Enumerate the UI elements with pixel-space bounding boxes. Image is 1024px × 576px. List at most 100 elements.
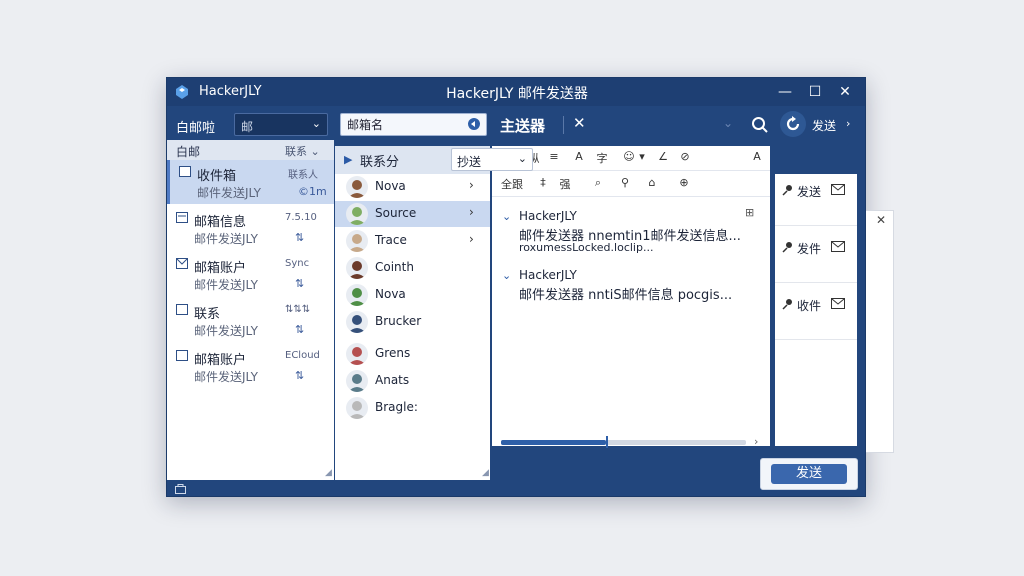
status-icon[interactable] — [175, 484, 186, 494]
folder-item[interactable]: 联系 邮件发送JLY ⇅⇅⇅ ⇅ — [167, 298, 334, 342]
find-icon[interactable]: ⌕ — [591, 176, 605, 193]
link-icon[interactable]: ⚲ — [618, 176, 632, 193]
mail-icon[interactable] — [831, 184, 845, 195]
mail-icon[interactable] — [831, 241, 845, 252]
recipient-row[interactable]: 发件 — [775, 231, 857, 283]
chevron-right-icon[interactable]: › — [469, 205, 474, 219]
minimize-button[interactable]: — — [771, 81, 799, 103]
collapse-chevron-icon[interactable]: ⌄ — [723, 116, 733, 130]
folder-sub: 邮件发送JLY — [197, 186, 261, 200]
toolbar-divider — [563, 116, 564, 134]
folder-meta: Sync — [285, 258, 310, 269]
list-icon[interactable]: ≡ — [547, 150, 561, 167]
thread-subject: 邮件发送器 nntiS邮件信息 pocgis... — [519, 288, 733, 303]
pin-icon — [782, 299, 792, 310]
recipient-label: 收件 — [797, 299, 822, 313]
contact-name: Grens — [375, 346, 411, 360]
recipient-row[interactable]: 发送 — [775, 174, 857, 226]
font-button[interactable]: 字 — [595, 150, 609, 167]
font-color-icon[interactable]: A — [572, 150, 586, 167]
search-input[interactable] — [341, 114, 461, 135]
recipient-row[interactable]: 收件 — [775, 288, 857, 340]
contact-item[interactable]: Source › — [335, 201, 490, 227]
thread-sender: HackerJLY — [519, 268, 577, 282]
contact-item[interactable]: Brucker — [335, 309, 490, 335]
thread-toggle-icon[interactable]: ⌄ — [502, 210, 511, 223]
folder-header-left: 白邮 — [176, 145, 201, 159]
resize-handle-icon[interactable]: ◢ — [325, 468, 332, 478]
folder-item[interactable]: 邮箱账户 邮件发送JLY ECloud ⇅ — [167, 344, 334, 388]
app-logo-icon — [176, 85, 188, 99]
folder-name: 联系 — [194, 307, 221, 322]
folder-meta: ECloud — [285, 350, 320, 361]
side-card: ✕ — [866, 210, 894, 453]
refresh-button[interactable] — [780, 111, 806, 137]
search-go-icon[interactable] — [467, 117, 481, 131]
compose-panel: ≡ 纵 ≡ A 字 ☺ ▾ ∠ ⊘ A 全跟 ‡ 强 ⌕ ⚲ ⌂ ⊕ ⌄ Hac… — [492, 146, 770, 448]
folder-sort-icon[interactable]: ⇅ — [295, 369, 304, 382]
chevron-right-icon[interactable]: › — [754, 435, 758, 448]
chevron-right-icon[interactable]: › — [846, 117, 850, 130]
resize-handle-icon[interactable]: ◢ — [482, 468, 489, 478]
contact-item[interactable]: Bragle: — [335, 395, 490, 421]
checkbox-icon[interactable] — [179, 166, 191, 177]
contact-name: Source — [375, 206, 417, 220]
folder-panel-header: 白邮 联系 ⌄ — [167, 140, 334, 160]
search-icon[interactable] — [751, 116, 769, 134]
maximize-button[interactable]: ☐ — [801, 81, 829, 103]
folder-select[interactable]: 邮 ⌄ — [234, 113, 328, 136]
folder-select-value: 邮 — [241, 120, 254, 134]
side-card-close-button[interactable]: ✕ — [876, 213, 886, 227]
close-button[interactable]: ✕ — [831, 81, 859, 103]
avatar — [346, 284, 368, 306]
emoji-icon[interactable]: ☺ — [622, 150, 636, 167]
folder-sub: 邮件发送JLY — [194, 370, 258, 384]
title-bar[interactable]: HackerJLY HackerJLY 邮件发送器 — ☐ ✕ — [167, 78, 865, 106]
folder-sort-icon[interactable]: ⇅ — [295, 277, 304, 290]
select-all-button[interactable]: 全跟 — [498, 176, 526, 193]
avatar — [346, 343, 368, 365]
thread-toggle-icon[interactable]: ⌄ — [502, 269, 511, 282]
text-style-icon[interactable]: A — [750, 150, 764, 167]
chevron-right-icon[interactable]: › — [469, 178, 474, 192]
mail-sender-window: HackerJLY HackerJLY 邮件发送器 — ☐ ✕ 白邮啦 邮 ⌄ … — [166, 77, 866, 497]
checkbox-icon[interactable] — [176, 350, 188, 361]
contact-item[interactable]: Cointh — [335, 255, 490, 281]
compose-close-button[interactable]: ✕ — [573, 114, 586, 132]
angle-icon[interactable]: ∠ — [656, 150, 670, 167]
globe-icon[interactable]: ⊕ — [677, 176, 691, 193]
send-progress-knob[interactable] — [606, 436, 608, 448]
window-title: HackerJLY 邮件发送器 — [446, 86, 588, 102]
folder-sort-icon[interactable]: ⇅ — [295, 231, 304, 244]
clear-format-icon[interactable]: ⊘ — [678, 150, 692, 167]
contact-item[interactable]: Trace › — [335, 228, 490, 254]
recipient-label: 发送 — [797, 185, 822, 199]
contact-item[interactable]: Grens — [335, 341, 490, 367]
home-icon[interactable]: ⌂ — [645, 176, 659, 193]
folder-item[interactable]: 邮箱账户 邮件发送JLY Sync ⇅ — [167, 252, 334, 296]
mail-icon[interactable] — [831, 298, 845, 309]
contact-item[interactable]: Nova — [335, 282, 490, 308]
format-toolbar-2: 全跟 ‡ 强 ⌕ ⚲ ⌂ ⊕ — [492, 172, 770, 197]
folder-panel: 白邮 联系 ⌄ 收件箱 邮件发送JLY 联系人 ©1m 邮箱信息 邮件发送JLY… — [167, 140, 334, 480]
folder-item[interactable]: 邮箱信息 邮件发送JLY 7.5.10 ⇅ — [167, 206, 334, 250]
checkbox-icon[interactable] — [176, 304, 188, 315]
cc-select[interactable]: 抄送 ⌄ — [451, 148, 533, 171]
contact-name: Brucker — [375, 314, 422, 328]
mail-icon — [176, 258, 188, 269]
folder-sort-icon[interactable]: ⇅ — [295, 323, 304, 336]
chevron-right-icon[interactable]: › — [469, 232, 474, 246]
emoji-dropdown-icon[interactable]: ▾ — [637, 150, 647, 167]
cursor-icon[interactable]: ‡ — [537, 176, 549, 193]
search-box[interactable] — [340, 113, 487, 136]
avatar — [346, 370, 368, 392]
contact-item[interactable]: Nova › — [335, 174, 490, 200]
send-menu-label[interactable]: 发送 — [812, 117, 836, 134]
send-button[interactable]: 发送 — [771, 464, 847, 484]
contact-item[interactable]: Anats — [335, 368, 490, 394]
send-progress-bar — [501, 440, 746, 445]
bold-button[interactable]: 强 — [557, 176, 573, 193]
attachment-icon[interactable]: ⊞ — [745, 206, 754, 219]
folder-item[interactable]: 收件箱 邮件发送JLY 联系人 ©1m — [167, 160, 334, 204]
folder-sort-dropdown[interactable]: 联系 ⌄ — [285, 143, 320, 159]
